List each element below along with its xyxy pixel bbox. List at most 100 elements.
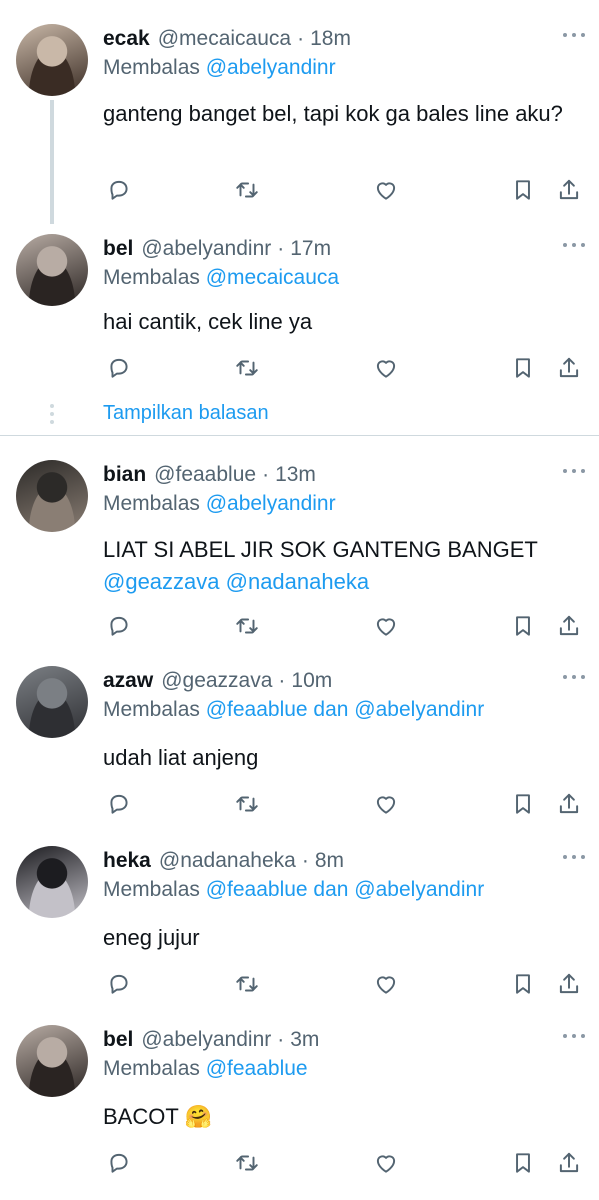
more-icon[interactable] — [563, 464, 585, 478]
tweet[interactable]: heka @nadanaheka · 8m Membalas @feaablue… — [0, 846, 599, 996]
tweet-header: bel @abelyandinr · 17m — [103, 234, 331, 264]
like-icon[interactable] — [370, 174, 402, 206]
retweet-icon[interactable] — [231, 610, 263, 642]
handle[interactable]: @mecaicauca — [158, 27, 291, 51]
tweet-text: udah liat anjeng — [103, 745, 259, 770]
avatar[interactable] — [16, 234, 88, 306]
divider — [0, 435, 599, 436]
tweet[interactable]: azaw @geazzava · 10m Membalas @feaablue … — [0, 666, 599, 816]
action-bar — [103, 1147, 585, 1179]
tweet[interactable]: bian @feaablue · 13m Membalas @abelyandi… — [0, 460, 599, 640]
like-icon[interactable] — [370, 1147, 402, 1179]
handle[interactable]: @geazzava — [161, 669, 272, 693]
display-name[interactable]: azaw — [103, 669, 153, 693]
retweet-icon[interactable] — [231, 788, 263, 820]
separator-dot: · — [262, 463, 270, 486]
tweet-header: bel @abelyandinr · 3m — [103, 1025, 319, 1055]
tweet-header: heka @nadanaheka · 8m — [103, 846, 344, 876]
like-icon[interactable] — [370, 968, 402, 1000]
more-icon[interactable] — [563, 850, 585, 864]
retweet-icon[interactable] — [231, 174, 263, 206]
display-name[interactable]: bel — [103, 1028, 133, 1052]
share-icon[interactable] — [553, 788, 585, 820]
action-bar — [103, 174, 585, 206]
separator-dot: · — [301, 849, 309, 872]
bookmark-icon[interactable] — [507, 352, 539, 384]
retweet-icon[interactable] — [231, 968, 263, 1000]
tweet[interactable]: bel @abelyandinr · 17m Membalas @mecaica… — [0, 234, 599, 384]
retweet-icon[interactable] — [231, 1147, 263, 1179]
timestamp[interactable]: 10m — [291, 669, 332, 693]
reply-mention[interactable]: @feaablue dan @abelyandinr — [206, 698, 485, 721]
reply-mention[interactable]: @feaablue — [206, 1057, 308, 1080]
bookmark-icon[interactable] — [507, 174, 539, 206]
avatar[interactable] — [16, 1025, 88, 1097]
replying-to: Membalas @abelyandinr — [103, 56, 336, 80]
replying-to: Membalas @feaablue — [103, 1057, 308, 1081]
reply-mention[interactable]: @mecaicauca — [206, 266, 339, 289]
action-bar — [103, 352, 585, 384]
avatar[interactable] — [16, 846, 88, 918]
more-icon[interactable] — [563, 1029, 585, 1043]
handle[interactable]: @abelyandinr — [141, 237, 271, 261]
handle[interactable]: @feaablue — [154, 463, 256, 487]
timestamp[interactable]: 8m — [315, 849, 344, 873]
reply-prefix: Membalas — [103, 878, 206, 901]
share-icon[interactable] — [553, 1147, 585, 1179]
separator-dot: · — [297, 27, 305, 50]
tweet-header: azaw @geazzava · 10m — [103, 666, 332, 696]
tweet-header: bian @feaablue · 13m — [103, 460, 316, 490]
reply-prefix: Membalas — [103, 266, 206, 289]
more-icon[interactable] — [563, 28, 585, 42]
tweet-text-block: LIAT SI ABEL JIR SOK GANTENG BANGET @gea… — [103, 534, 583, 598]
show-replies-link[interactable]: Tampilkan balasan — [103, 402, 269, 425]
timestamp[interactable]: 18m — [310, 27, 351, 51]
more-icon[interactable] — [563, 670, 585, 684]
like-icon[interactable] — [370, 610, 402, 642]
display-name[interactable]: bian — [103, 463, 146, 487]
share-icon[interactable] — [553, 610, 585, 642]
share-icon[interactable] — [553, 174, 585, 206]
reply-mention[interactable]: @feaablue dan @abelyandinr — [206, 878, 485, 901]
tweet-text: BACOT 🤗 — [103, 1104, 212, 1129]
display-name[interactable]: bel — [103, 237, 133, 261]
tweet-mentions[interactable]: @geazzava @nadanaheka — [103, 566, 583, 598]
avatar[interactable] — [16, 24, 88, 96]
reply-icon[interactable] — [103, 1147, 135, 1179]
reply-icon[interactable] — [103, 174, 135, 206]
reply-icon[interactable] — [103, 968, 135, 1000]
retweet-icon[interactable] — [231, 352, 263, 384]
share-icon[interactable] — [553, 352, 585, 384]
handle[interactable]: @nadanaheka — [159, 849, 296, 873]
timestamp[interactable]: 17m — [290, 237, 331, 261]
thread-ellipsis — [49, 404, 55, 428]
like-icon[interactable] — [370, 352, 402, 384]
bookmark-icon[interactable] — [507, 1147, 539, 1179]
action-bar — [103, 968, 585, 1000]
display-name[interactable]: ecak — [103, 27, 150, 51]
bookmark-icon[interactable] — [507, 610, 539, 642]
reply-icon[interactable] — [103, 788, 135, 820]
display-name[interactable]: heka — [103, 849, 151, 873]
tweet[interactable]: bel @abelyandinr · 3m Membalas @feaablue… — [0, 1025, 599, 1185]
reply-mention[interactable]: @abelyandinr — [206, 56, 336, 79]
bookmark-icon[interactable] — [507, 968, 539, 1000]
reply-mention[interactable]: @abelyandinr — [206, 492, 336, 515]
bookmark-icon[interactable] — [507, 788, 539, 820]
avatar[interactable] — [16, 460, 88, 532]
avatar[interactable] — [16, 666, 88, 738]
reply-icon[interactable] — [103, 610, 135, 642]
like-icon[interactable] — [370, 788, 402, 820]
share-icon[interactable] — [553, 968, 585, 1000]
handle[interactable]: @abelyandinr — [141, 1028, 271, 1052]
separator-dot: · — [277, 237, 285, 260]
action-bar — [103, 788, 585, 820]
timestamp[interactable]: 3m — [290, 1028, 319, 1052]
tweet-header: ecak @mecaicauca · 18m — [103, 24, 351, 54]
replying-to: Membalas @feaablue dan @abelyandinr — [103, 698, 484, 722]
reply-icon[interactable] — [103, 352, 135, 384]
tweet[interactable]: ecak @mecaicauca · 18m Membalas @abelyan… — [0, 24, 599, 214]
more-icon[interactable] — [563, 238, 585, 252]
timestamp[interactable]: 13m — [275, 463, 316, 487]
reply-prefix: Membalas — [103, 56, 206, 79]
